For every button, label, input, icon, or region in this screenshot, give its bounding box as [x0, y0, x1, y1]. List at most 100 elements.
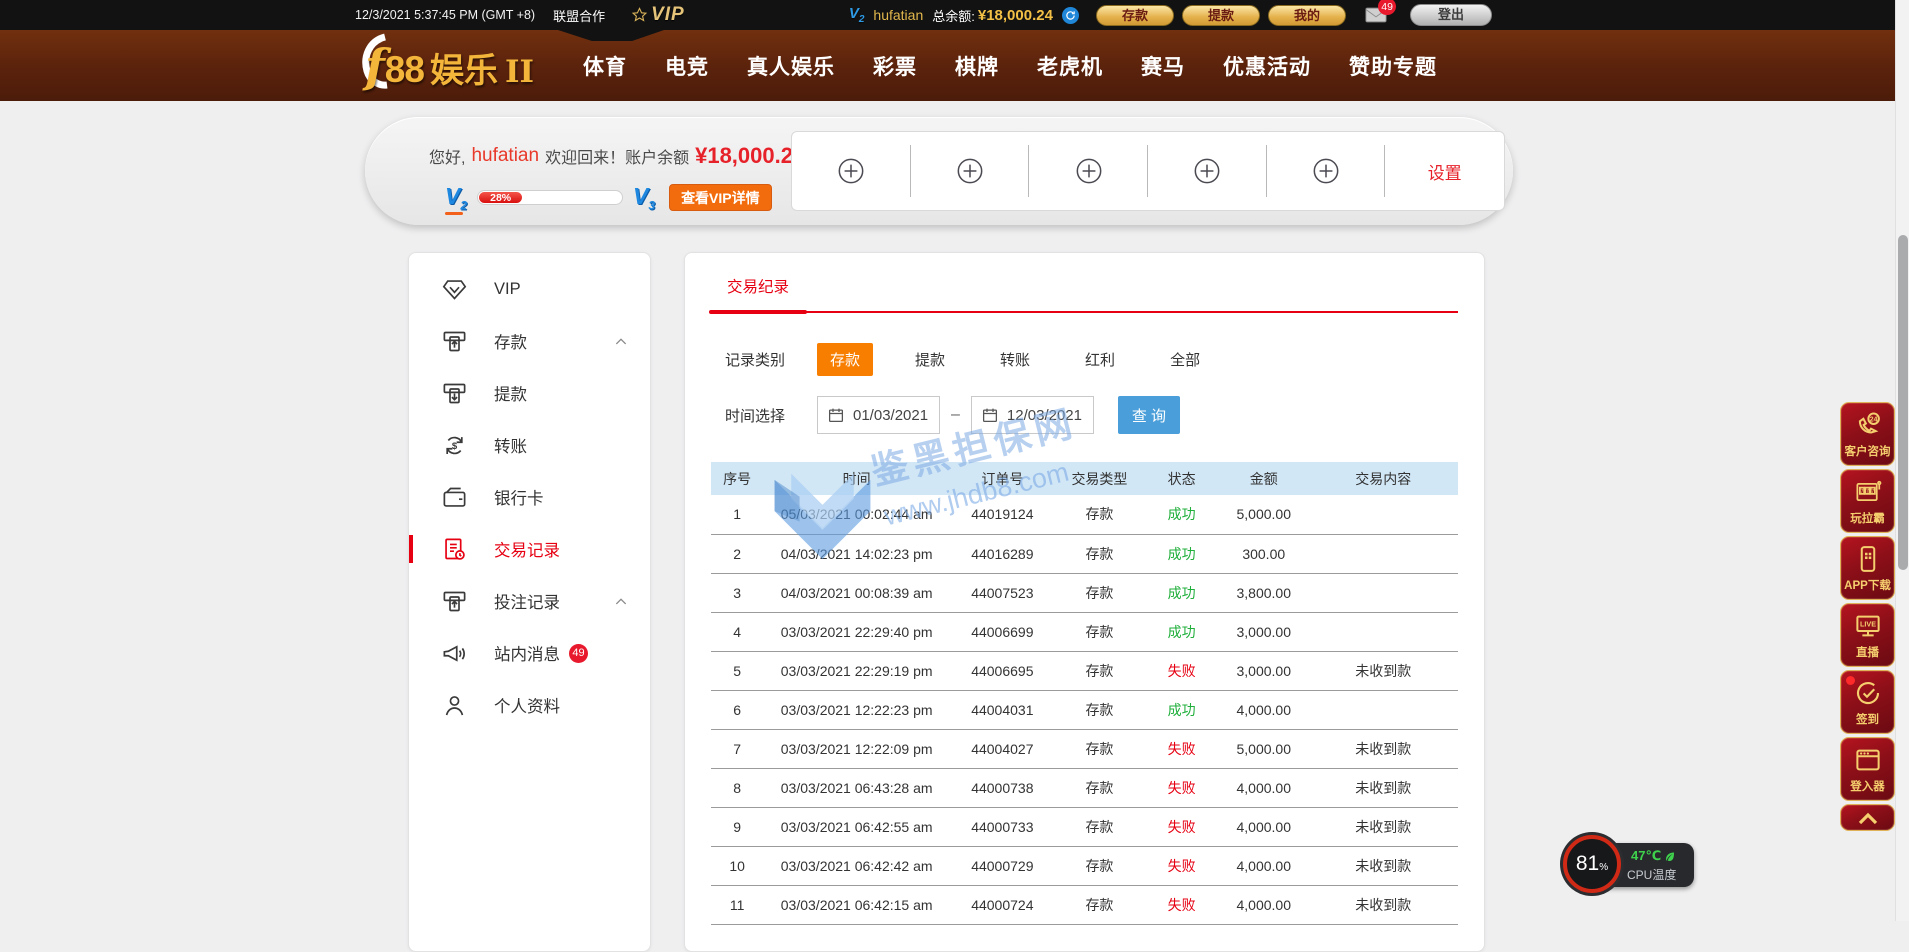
cell-no: 3 — [711, 573, 763, 612]
cell-amount: 4,000.00 — [1219, 768, 1309, 807]
nav-item-9[interactable]: 赞助专题 — [1330, 51, 1456, 81]
float-button-label: 签到 — [1856, 711, 1879, 727]
transaction-record-icon — [441, 536, 468, 563]
cell-amount: 4,000.00 — [1219, 690, 1309, 729]
cell-status: 失败 — [1144, 768, 1219, 807]
alliance-link[interactable]: 联盟合作 — [553, 6, 605, 25]
sidebar-item-3[interactable]: 提款 — [409, 367, 650, 419]
topbar-button-3[interactable]: 我的 — [1268, 5, 1346, 26]
sidebar-item-label: 提款 — [494, 381, 527, 405]
category-tab-2[interactable]: 提款 — [902, 343, 958, 376]
sidebar-item-label: 银行卡 — [494, 485, 544, 509]
cell-detail: 未收到款 — [1309, 885, 1458, 924]
logout-button[interactable]: 登出 — [1410, 4, 1492, 26]
cell-type: 存款 — [1055, 729, 1145, 768]
float-button-签到[interactable]: 签到 — [1840, 670, 1895, 734]
add-slot-button-4[interactable] — [1148, 132, 1267, 210]
plus-circle-icon — [837, 157, 865, 185]
cell-time: 03/03/2021 06:42:42 am — [763, 846, 950, 885]
nav-item-3[interactable]: 真人娱乐 — [728, 51, 854, 81]
cell-amount: 3,800.00 — [1219, 573, 1309, 612]
float-button-客户咨询[interactable]: 24客户咨询 — [1840, 402, 1895, 466]
refresh-balance-icon[interactable] — [1062, 7, 1079, 24]
svg-text:7: 7 — [1860, 488, 1863, 494]
cell-amount: 5,000.00 — [1219, 495, 1309, 534]
sidebar-item-1[interactable]: VIP — [409, 263, 650, 315]
category-tab-3[interactable]: 转账 — [987, 343, 1043, 376]
vip-star-icon — [631, 7, 648, 24]
float-button-collapse[interactable] — [1840, 804, 1895, 831]
vip-next-badge: V3 — [633, 183, 655, 213]
table-row: 703/03/2021 12:22:09 pm44004027存款失败5,000… — [711, 729, 1458, 768]
tab-transaction-records[interactable]: 交易纪录 — [725, 275, 791, 311]
date-to-input[interactable]: 12/03/2021 — [971, 396, 1094, 434]
cell-status: 成功 — [1144, 534, 1219, 573]
category-label: 记录类别 — [725, 349, 817, 370]
search-button[interactable]: 查 询 — [1118, 396, 1180, 434]
vip-progress-fill: 28% — [479, 192, 522, 203]
category-tab-1[interactable]: 存款 — [817, 343, 873, 376]
nav-item-5[interactable]: 棋牌 — [936, 51, 1018, 81]
sidebar-item-label: 交易记录 — [494, 537, 560, 561]
scrollbar-thumb[interactable] — [1898, 235, 1908, 570]
nav-item-2[interactable]: 电竞 — [646, 51, 728, 81]
withdraw-icon — [441, 380, 468, 407]
cell-status: 成功 — [1144, 690, 1219, 729]
sidebar-item-5[interactable]: 银行卡 — [409, 471, 650, 523]
balance-amount: ¥18,000.24 — [978, 7, 1053, 24]
cell-type: 存款 — [1055, 534, 1145, 573]
add-slot-button-3[interactable] — [1029, 132, 1148, 210]
sidebar-item-label: 投注记录 — [494, 589, 560, 613]
sidebar-item-9[interactable]: 个人资料 — [409, 679, 650, 731]
sidebar-item-2[interactable]: 存款 — [409, 315, 650, 367]
cell-no: 7 — [711, 729, 763, 768]
cell-order: 44006695 — [950, 651, 1055, 690]
vip-logo-text: VIP — [651, 4, 685, 26]
cell-status: 失败 — [1144, 651, 1219, 690]
category-tab-4[interactable]: 红利 — [1072, 343, 1128, 376]
cell-type: 存款 — [1055, 651, 1145, 690]
cell-amount: 4,000.00 — [1219, 846, 1309, 885]
vip-progress-row: V2 28% V3 查看VIP详情 — [445, 183, 772, 213]
transaction-table: 序号时间订单号交易类型状态金额交易内容 105/03/2021 00:02:44… — [711, 462, 1458, 925]
sidebar-item-4[interactable]: $转账 — [409, 419, 650, 471]
table-header-5: 状态 — [1144, 462, 1219, 495]
app-download-icon — [1853, 544, 1883, 574]
category-tab-5[interactable]: 全部 — [1157, 343, 1213, 376]
bet-record-icon — [441, 588, 468, 615]
add-slot-button-5[interactable] — [1267, 132, 1386, 210]
nav-item-1[interactable]: 体育 — [564, 51, 646, 81]
site-logo[interactable]: f 88 娱乐 II — [365, 39, 534, 93]
float-button-APP下载[interactable]: APP下载 — [1840, 536, 1895, 600]
table-row: 903/03/2021 06:42:55 am44000733存款失败4,000… — [711, 807, 1458, 846]
vip-logo[interactable]: VIP — [631, 4, 685, 26]
float-button-直播[interactable]: LIVE直播 — [1840, 603, 1895, 667]
sidebar-item-label: 转账 — [494, 433, 527, 457]
nav-item-6[interactable]: 老虎机 — [1018, 51, 1122, 81]
nav-item-4[interactable]: 彩票 — [854, 51, 936, 81]
topbar-button-2[interactable]: 提款 — [1182, 5, 1260, 26]
topbar-button-1[interactable]: 存款 — [1096, 5, 1174, 26]
profile-icon — [441, 692, 468, 719]
launcher-icon — [1853, 745, 1883, 775]
sidebar-item-label: VIP — [494, 280, 521, 299]
scrollbar-track[interactable] — [1895, 0, 1909, 921]
add-slot-button-1[interactable] — [792, 132, 911, 210]
sidebar-item-8[interactable]: 站内消息49 — [409, 627, 650, 679]
date-from-input[interactable]: 01/03/2021 — [817, 396, 940, 434]
cell-amount: 3,000.00 — [1219, 651, 1309, 690]
vip-detail-button[interactable]: 查看VIP详情 — [669, 184, 772, 211]
mail-icon[interactable]: 49 — [1365, 7, 1387, 23]
settings-button[interactable]: 设置 — [1385, 132, 1504, 210]
sidebar-item-7[interactable]: 投注记录 — [409, 575, 650, 627]
cpu-temp-label: CPU温度 — [1627, 866, 1676, 883]
nav-item-8[interactable]: 优惠活动 — [1204, 51, 1330, 81]
float-button-登入器[interactable]: 登入器 — [1840, 737, 1895, 801]
sidebar-item-6[interactable]: 交易记录 — [409, 523, 650, 575]
float-button-玩拉霸[interactable]: 777玩拉霸 — [1840, 469, 1895, 533]
cell-status: 失败 — [1144, 729, 1219, 768]
table-row: 304/03/2021 00:08:39 am44007523存款成功3,800… — [711, 573, 1458, 612]
nav-item-7[interactable]: 赛马 — [1122, 51, 1204, 81]
cell-no: 11 — [711, 885, 763, 924]
add-slot-button-2[interactable] — [911, 132, 1030, 210]
